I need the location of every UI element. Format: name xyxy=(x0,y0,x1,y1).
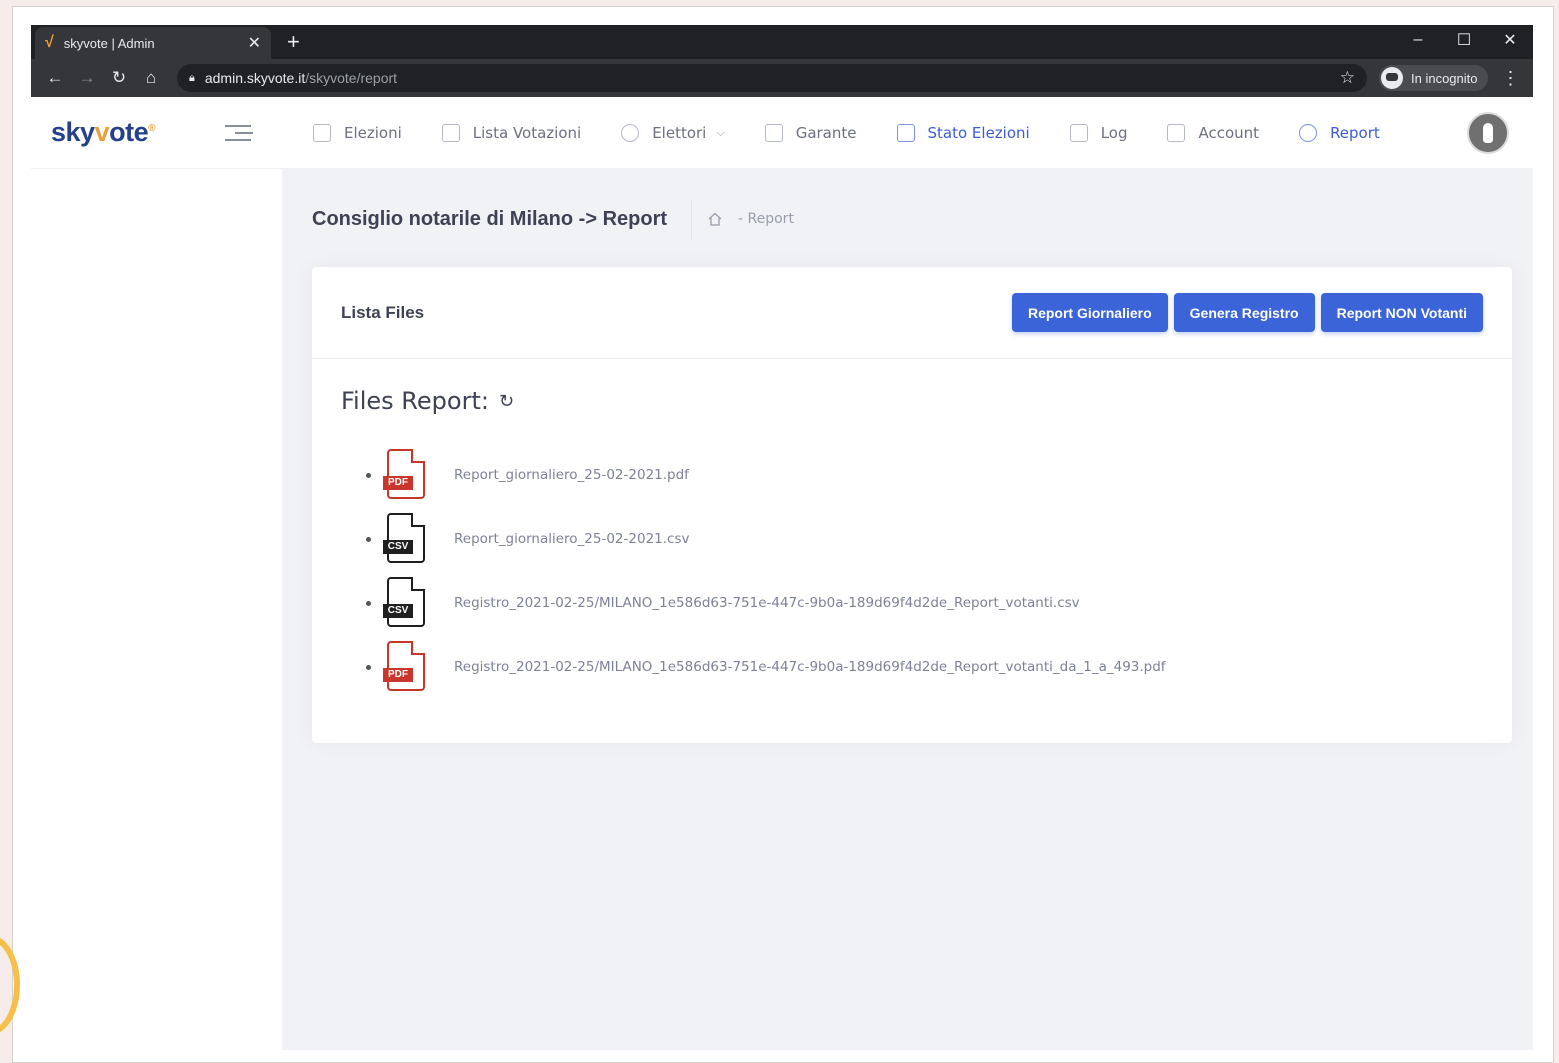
nav-label: Account xyxy=(1198,123,1260,142)
genera-registro-button[interactable]: Genera Registro xyxy=(1173,293,1315,332)
files-heading: Files Report: ↻ xyxy=(341,387,1483,415)
refresh-icon[interactable]: ↻ xyxy=(499,391,514,412)
file-type-tag: PDF xyxy=(383,668,413,682)
app-header: skyvote® Elezioni Lista Votazioni Eletto… xyxy=(31,97,1533,169)
minimize-icon[interactable]: – xyxy=(1395,25,1441,55)
back-icon[interactable]: ← xyxy=(39,68,71,88)
card-header: Lista Files Report Giornaliero Genera Re… xyxy=(312,267,1512,359)
file-link[interactable]: Report_giornaliero_25-02-2021.csv xyxy=(454,531,690,547)
list-item[interactable]: PDF Registro_2021-02-25/MILANO_1e586d63-… xyxy=(366,635,1483,699)
main-content: Consiglio notarile di Milano -> Report -… xyxy=(282,169,1533,1050)
shield-icon xyxy=(764,123,783,142)
bullet xyxy=(366,600,371,606)
nav-garante[interactable]: Garante xyxy=(764,123,857,142)
csv-file-icon[interactable]: CSV xyxy=(381,513,427,565)
nav-label: Garante xyxy=(795,123,857,142)
csv-file-icon[interactable]: CSV xyxy=(381,577,427,629)
bullet xyxy=(366,472,371,478)
pdf-file-icon[interactable]: PDF xyxy=(381,641,427,693)
browser-window: √ skyvote | Admin ✕ + – ☐ ✕ ← → ↻ ⌂ 🔒︎ a… xyxy=(31,25,1533,1050)
favicon-icon: √ xyxy=(45,34,54,51)
nav-account[interactable]: Account xyxy=(1167,123,1260,142)
window-controls: – ☐ ✕ xyxy=(1395,25,1533,55)
files-card: Lista Files Report Giornaliero Genera Re… xyxy=(312,267,1512,743)
chat-icon xyxy=(1167,123,1186,142)
file-type-tag: PDF xyxy=(383,476,413,490)
browser-toolbar: ← → ↻ ⌂ 🔒︎ admin.skyvote.it/skyvote/repo… xyxy=(31,59,1533,97)
home-icon[interactable]: ⌂ xyxy=(135,68,167,88)
report-non-votanti-button[interactable]: Report NON Votanti xyxy=(1320,293,1483,332)
file-list: PDF Report_giornaliero_25-02-2021.pdf CS… xyxy=(366,443,1483,699)
maximize-icon[interactable]: ☐ xyxy=(1441,25,1487,55)
page-title: Consiglio notarile di Milano -> Report xyxy=(312,199,693,239)
pdf-file-icon[interactable]: PDF xyxy=(381,449,427,501)
browser-menu-icon[interactable]: ⋮ xyxy=(1502,68,1520,89)
breadcrumb: - Report xyxy=(708,211,794,227)
tab-title: skyvote | Admin xyxy=(63,35,155,51)
report-giornaliero-button[interactable]: Report Giornaliero xyxy=(1011,293,1168,332)
nav-label: Elettori xyxy=(652,123,707,142)
avatar[interactable] xyxy=(1467,112,1509,154)
gear-icon xyxy=(1299,123,1318,142)
list-item[interactable]: CSV Registro_2021-02-25/MILANO_1e586d63-… xyxy=(366,571,1483,635)
chevron-down-icon: ⌵ xyxy=(716,125,725,139)
forward-icon[interactable]: → xyxy=(71,68,103,88)
calendar-icon xyxy=(896,123,915,142)
url-path: /skyvote/report xyxy=(305,70,398,86)
home-icon[interactable] xyxy=(708,212,722,226)
nav-lista-votazioni[interactable]: Lista Votazioni xyxy=(441,123,582,142)
new-tab-icon[interactable]: + xyxy=(287,29,300,55)
nav-label: Stato Elezioni xyxy=(927,123,1030,142)
nav-elezioni[interactable]: Elezioni xyxy=(313,123,402,142)
close-tab-icon[interactable]: ✕ xyxy=(248,33,261,53)
left-panel xyxy=(31,169,282,1050)
hamburger-menu-icon[interactable] xyxy=(225,120,253,146)
file-link[interactable]: Registro_2021-02-25/MILANO_1e586d63-751e… xyxy=(454,659,1166,675)
card-toolbar: Report Giornaliero Genera Registro Repor… xyxy=(1006,293,1483,332)
nav-label: Log xyxy=(1100,123,1128,142)
main-nav: Elezioni Lista Votazioni Elettori ⌵ Gara… xyxy=(313,123,1420,142)
list-icon xyxy=(441,123,460,142)
bullet xyxy=(366,536,371,542)
nav-label: Report xyxy=(1330,123,1380,142)
close-window-icon[interactable]: ✕ xyxy=(1487,25,1533,55)
reload-icon[interactable]: ↻ xyxy=(103,68,135,88)
browser-tab[interactable]: √ skyvote | Admin ✕ xyxy=(35,27,271,59)
file-link[interactable]: Report_giornaliero_25-02-2021.pdf xyxy=(454,467,689,483)
file-link[interactable]: Registro_2021-02-25/MILANO_1e586d63-751e… xyxy=(454,595,1080,611)
chat-icon xyxy=(1069,123,1088,142)
nav-label: Elezioni xyxy=(344,123,402,142)
nav-elettori[interactable]: Elettori ⌵ xyxy=(621,123,725,142)
bullet xyxy=(366,664,371,670)
incognito-label: In incognito xyxy=(1411,70,1478,86)
breadcrumb-report[interactable]: - Report xyxy=(738,211,794,227)
files-heading-label: Files Report: xyxy=(341,387,489,415)
nav-stato-elezioni[interactable]: Stato Elezioni xyxy=(896,123,1030,142)
file-type-tag: CSV xyxy=(383,604,413,618)
nav-log[interactable]: Log xyxy=(1069,123,1128,142)
address-bar[interactable]: 🔒︎ admin.skyvote.it/skyvote/report ☆ xyxy=(177,64,1367,92)
list-item[interactable]: CSV Report_giornaliero_25-02-2021.csv xyxy=(366,507,1483,571)
list-item[interactable]: PDF Report_giornaliero_25-02-2021.pdf xyxy=(366,443,1483,507)
nav-label: Lista Votazioni xyxy=(472,123,582,142)
subheader: Consiglio notarile di Milano -> Report -… xyxy=(312,199,794,239)
bookmark-star-icon[interactable]: ☆ xyxy=(1340,68,1355,88)
url-host: admin.skyvote.it xyxy=(204,70,306,86)
add-box-icon xyxy=(313,123,331,142)
incognito-icon xyxy=(1381,67,1403,89)
card-body: Files Report: ↻ PDF Report_giornaliero_2… xyxy=(312,359,1512,727)
incognito-badge[interactable]: In incognito xyxy=(1379,65,1488,91)
tab-bar: √ skyvote | Admin ✕ + – ☐ ✕ xyxy=(31,25,1533,59)
nav-report[interactable]: Report xyxy=(1299,123,1380,142)
card-title: Lista Files xyxy=(341,302,425,322)
user-icon xyxy=(621,123,640,142)
file-type-tag: CSV xyxy=(383,540,413,554)
lock-icon: 🔒︎ xyxy=(189,71,195,84)
skyvote-logo[interactable]: skyvote® xyxy=(31,117,211,148)
